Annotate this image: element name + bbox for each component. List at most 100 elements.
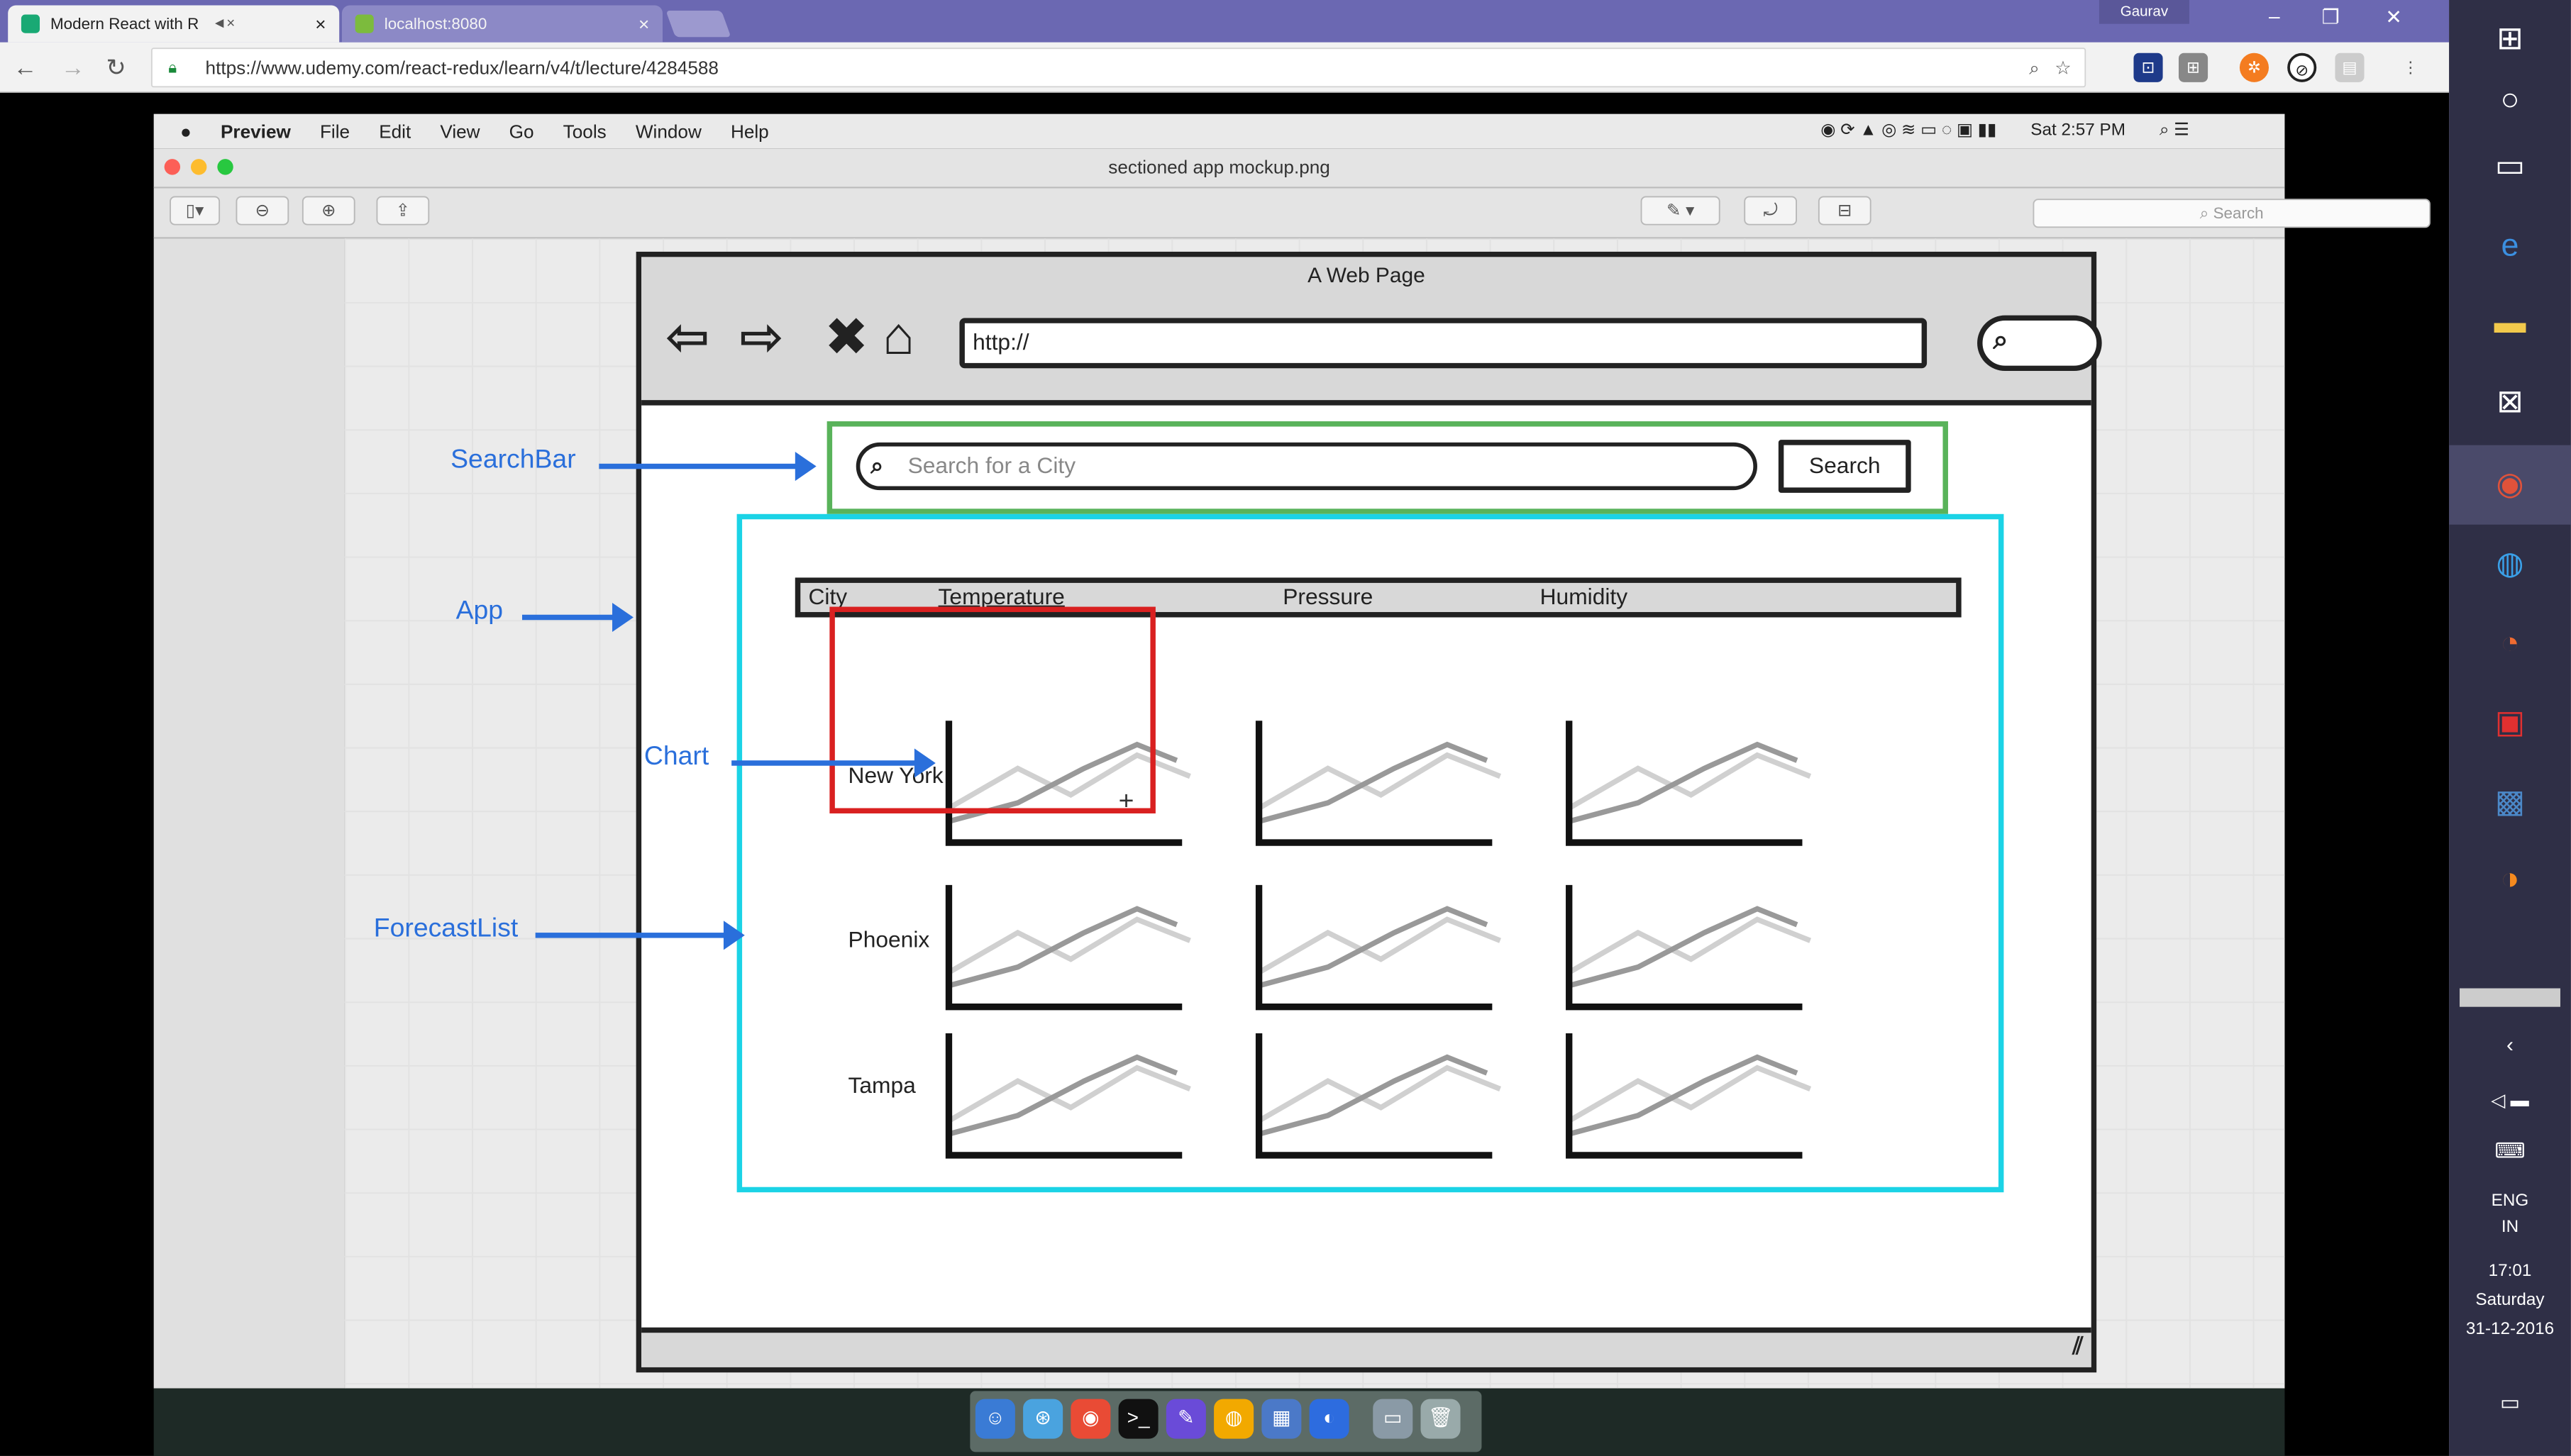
menu-window[interactable]: Window [636,121,702,142]
chrome-icon[interactable]: ◉ [1071,1399,1111,1439]
menu-file[interactable]: File [320,121,350,142]
mock-search-pill: ⌕ [1977,315,2102,372]
file-explorer-icon[interactable]: ▬ [2449,284,2571,363]
close-dot-icon[interactable] [164,159,181,175]
sparkline-axes [1255,1033,1493,1159]
chrome-taskbar-icon[interactable]: ◉ [2449,445,2571,525]
search-icon[interactable]: ⌕ [2029,49,2040,86]
system-clock[interactable]: 17:01 Saturday 31-12-2016 [2449,1256,2571,1343]
menu-icon[interactable]: ⋮ [2396,53,2425,82]
sparkline-light [1257,752,1501,811]
trash-icon[interactable]: 🗑︎ [1420,1399,1461,1439]
keyboard-icon[interactable]: ⌨ [2449,1113,2571,1192]
app-icon[interactable]: ◍ [1214,1399,1254,1439]
mock-page-title: A Web Page [1307,265,1425,288]
searchbar-region: ⌕ Search for a City Search [826,421,1948,514]
lock-icon: 🔒︎ [168,58,177,77]
tab-udemy[interactable]: Modern React with R ◄× × [8,5,340,43]
label-searchbar: SearchBar [450,445,576,474]
profile-button[interactable]: Gaurav [2099,0,2189,24]
sparkline-light [1257,1065,1501,1123]
terminal-icon[interactable]: >_ [1118,1399,1159,1439]
sparkline-light [947,916,1191,975]
task-view-icon[interactable]: ▭ [2449,127,2571,206]
toolbox-icon[interactable]: ⊟ [1818,196,1871,226]
status-icons: ◉ ⟳ ▲ ◎ ≋ ▭ ◌ ▣ ▮▮ [1820,119,2002,140]
region-code: IN [2501,1216,2519,1236]
arrow-chart [731,748,936,778]
star-icon[interactable]: ☆ [2055,49,2071,86]
label-chart: Chart [643,742,709,772]
app-icon[interactable]: ▩ [2449,763,2571,843]
zoom-dot-icon[interactable] [217,159,233,175]
spotlight-icon[interactable]: ⌕ ☰ [2160,119,2189,139]
clock-date: 31-12-2016 [2465,1318,2555,1338]
restore-icon[interactable]: ❐ [2322,5,2340,29]
sparkline-light [947,1065,1191,1123]
minimize-icon[interactable]: – [2269,5,2280,28]
stop-icon: ✖ [824,309,869,367]
share-icon[interactable]: ⇪ [376,196,430,226]
menu-tools[interactable]: Tools [563,121,607,142]
minimize-dot-icon[interactable] [190,159,207,175]
menu-edit[interactable]: Edit [379,121,411,142]
address-bar[interactable]: 🔒︎ https://www.udemy.com/react-redux/lea… [150,48,2086,88]
mac-dock: ☺ ⊛ ◉ >_ ✎ ◍ ▦ ◐ ▭ 🗑︎ [970,1391,1482,1452]
leaf-favicon-icon [355,14,374,33]
app-icon[interactable]: ◔ [2449,604,2571,684]
store-icon[interactable]: ⊠ [2449,363,2571,443]
apple-icon[interactable]: ● [180,121,192,142]
clock-day: Saturday [2475,1289,2545,1309]
safari-icon[interactable]: ⊛ [1023,1399,1063,1439]
menu-view[interactable]: View [440,121,480,142]
new-tab-button[interactable] [665,10,731,38]
col-humidity: Humidity [1539,584,1628,610]
extension-icon[interactable]: ▤ [2335,52,2365,82]
extension-icon[interactable]: ✲ [2239,52,2269,82]
app-icon[interactable]: ▣ [2449,684,2571,763]
folder-icon[interactable]: ▭ [1373,1399,1413,1439]
preview-icon[interactable]: ▦ [1261,1399,1302,1439]
close-tab-icon[interactable]: × [638,13,649,35]
extension-icon[interactable]: ⊡ [2133,52,2163,82]
browser-icon[interactable]: ◐ [1309,1399,1349,1439]
forward-icon[interactable]: → [61,55,85,82]
extension-icon[interactable]: ⊞ [2178,52,2208,82]
preview-titlebar: sectioned app mockup.png [153,148,2285,189]
taskbar-scrollbar[interactable] [2460,988,2560,1007]
sparkline-light [1567,752,1812,811]
close-tab-icon[interactable]: × [315,13,326,35]
label-app: App [455,596,504,626]
edge-icon[interactable]: e [2449,206,2571,286]
tab-localhost[interactable]: localhost:8080 × [341,5,663,43]
globe-icon[interactable]: ◍ [2449,525,2571,604]
zoom-out-icon[interactable]: ⊖ [236,196,289,226]
udemy-favicon-icon [21,14,40,33]
firefox-icon[interactable]: ◑ [2449,840,2571,919]
preview-search-input[interactable]: ⌕ Search [2033,199,2431,228]
magnifier-icon: ⌕ [1993,326,2008,355]
menu-help[interactable]: Help [731,121,769,142]
sidebar-toggle-icon[interactable]: ▯▾ [170,196,221,226]
back-icon[interactable]: ← [13,55,38,82]
language-code: ENG [2491,1189,2529,1210]
editor-icon[interactable]: ✎ [1166,1399,1206,1439]
zoom-in-icon[interactable]: ⊕ [302,196,355,226]
arrow-forecastlist [535,921,745,950]
rotate-icon[interactable]: ⤾ [1744,196,1798,226]
notifications-icon[interactable]: ▭ [2449,1365,2571,1444]
finder-icon[interactable]: ☺ [975,1399,1015,1439]
col-pressure: Pressure [1283,584,1373,610]
mute-icon[interactable]: ◄× [212,16,235,31]
arrow-app [521,602,634,633]
menu-go[interactable]: Go [509,121,534,142]
search-button: Search [1778,440,1911,493]
markup-icon[interactable]: ✎ ▾ [1640,196,1720,226]
app-menu[interactable]: Preview [221,121,291,142]
language-indicator[interactable]: ENG IN [2449,1187,2571,1240]
block-icon[interactable]: ⊘ [2287,52,2317,82]
reload-icon[interactable]: ↻ [106,55,126,82]
close-window-icon[interactable]: ✕ [2385,5,2401,29]
sparkline-light [1567,1065,1812,1123]
clock-time: 17:01 [2488,1260,2532,1280]
